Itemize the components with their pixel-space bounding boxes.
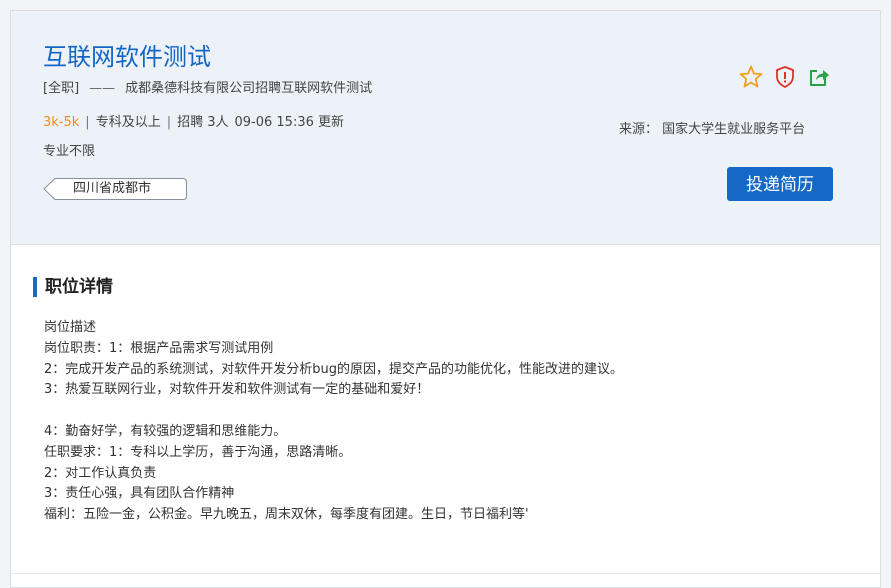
headcount: 招聘 3人 <box>177 115 229 130</box>
job-meta-line: [全职] —— 成都桑德科技有限公司招聘互联网软件测试 <box>43 80 372 98</box>
shield-icon[interactable] <box>772 64 798 90</box>
job-type: [全职] <box>43 81 80 96</box>
job-header: 互联网软件测试 [全职] —— 成都桑德科技有限公司招聘互联网软件测试 3k-5k |… <box>11 11 880 245</box>
description-line: 岗位职责：1：根据产品需求写测试用例 <box>44 340 274 356</box>
description-line: 2：完成开发产品的系统测试，对软件开发分析bug的原因，提交产品的功能优化，性能… <box>44 361 624 377</box>
description-line: 岗位描述 <box>44 320 97 335</box>
location-tag: 四川省成都市 <box>43 178 187 200</box>
description-line: 3：责任心强，具有团队合作精神 <box>44 486 235 502</box>
section-title: 职位详情 <box>45 277 113 297</box>
job-info-line: 3k-5k | 专科及以上 | 招聘 3人 09-06 15:36 更新 <box>43 114 344 132</box>
description-line: 2：对工作认真负责 <box>44 465 157 481</box>
section-accent-bar <box>33 277 37 297</box>
info-separator: | <box>166 115 172 130</box>
action-icons <box>738 64 834 90</box>
info-separator: | <box>85 115 90 130</box>
job-title: 互联网软件测试 <box>43 43 211 71</box>
salary: 3k-5k <box>43 115 80 130</box>
update-time: 09-06 15:36 更新 <box>234 115 345 130</box>
description-line: 3：热爱互联网行业，对软件开发和软件测试有一定的基础和爱好！ <box>44 382 430 398</box>
education-requirement: 专科及以上 <box>95 115 161 130</box>
description-line: 4：勤奋好学，有较强的逻辑和思维能力。 <box>44 423 287 439</box>
job-detail-page: 互联网软件测试 [全职] —— 成都桑德科技有限公司招聘互联网软件测试 3k-5k |… <box>10 10 881 588</box>
description-line: 任职要求：1：专科以上学历，善于沟通，思路清晰。 <box>44 444 352 460</box>
share-icon[interactable] <box>806 64 832 90</box>
description-line <box>44 401 864 422</box>
location-text: 四川省成都市 <box>73 181 152 196</box>
description-line: 福利：五险一金，公积金。早九晚五，周末双休，每季度有团建。生日，节日福利等' <box>44 507 529 523</box>
meta-dash: —— <box>89 81 116 96</box>
job-description: 岗位描述 岗位职责：1：根据产品需求写测试用例 2：完成开发产品的系统测试，对软… <box>44 318 864 526</box>
submit-resume-button[interactable]: 投递简历 <box>727 167 833 201</box>
major-requirement: 专业不限 <box>43 144 96 159</box>
company-recruit-text: 成都桑德科技有限公司招聘互联网软件测试 <box>125 81 373 96</box>
star-icon[interactable] <box>738 64 764 90</box>
divider <box>11 573 880 574</box>
job-source: 来源： 国家大学生就业服务平台 <box>619 122 806 137</box>
